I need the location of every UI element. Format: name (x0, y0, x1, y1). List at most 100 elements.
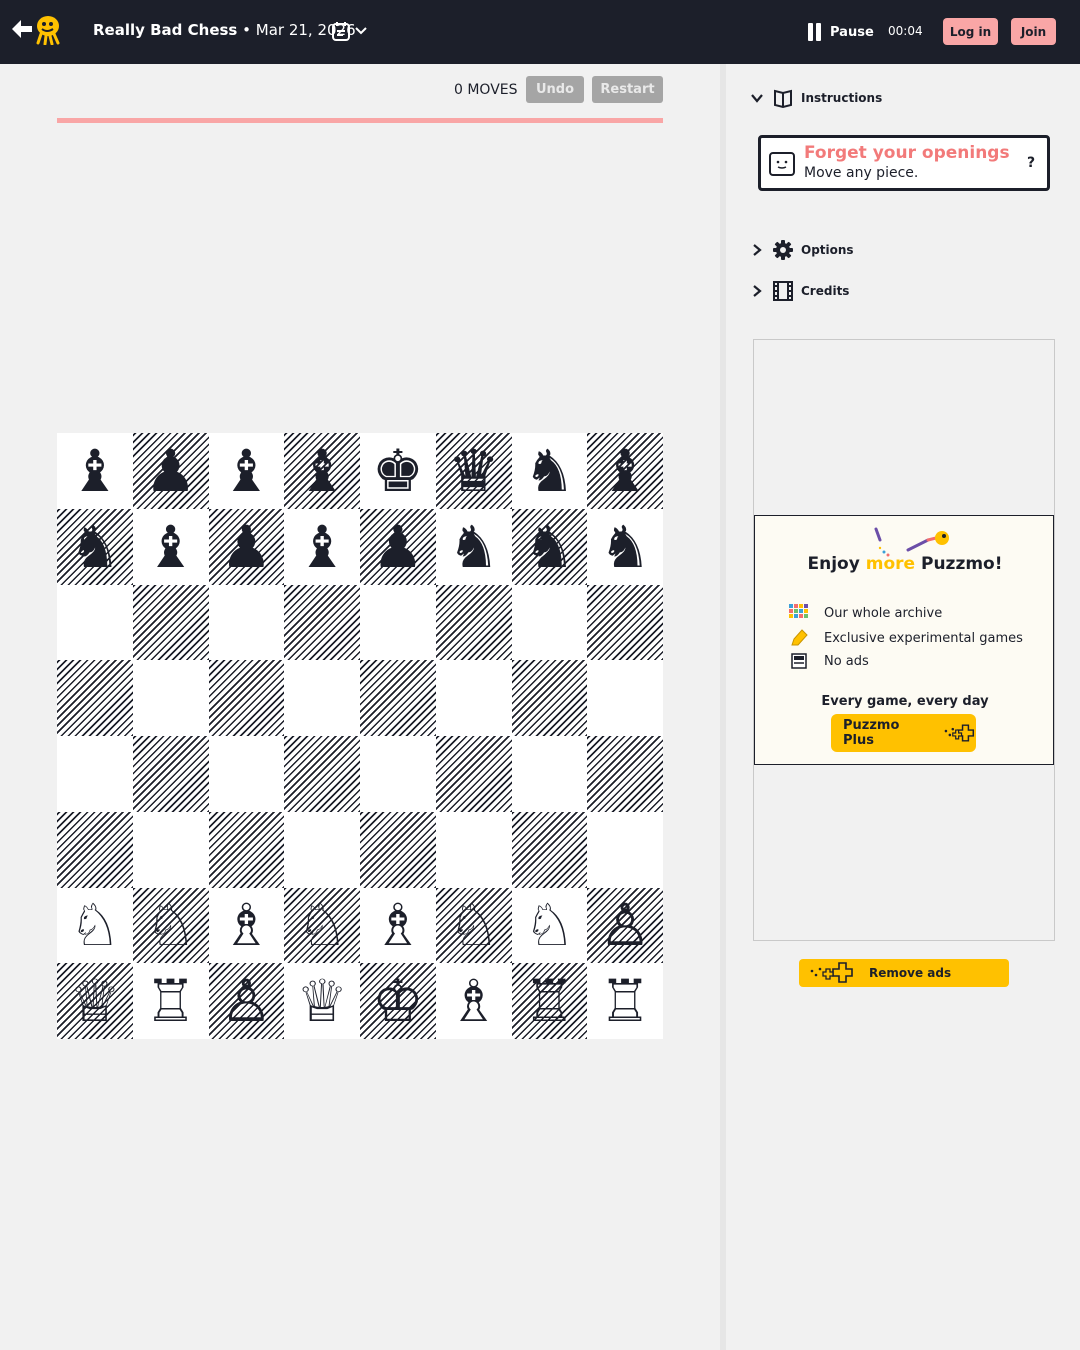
black-bishop-piece[interactable]: ♝ (296, 518, 348, 576)
black-pawn-piece[interactable]: ♟ (372, 518, 424, 576)
board-square[interactable] (208, 811, 285, 888)
board-square[interactable]: ♟ (208, 508, 285, 585)
white-bishop-piece[interactable]: ♗ (448, 972, 500, 1030)
white-knight-piece[interactable]: ♘ (448, 896, 500, 954)
black-queen-piece[interactable]: ♛ (448, 442, 500, 500)
board-square[interactable] (587, 584, 663, 661)
board-square[interactable]: ♕ (284, 963, 360, 1039)
options-toggle[interactable]: Options (750, 239, 854, 261)
white-knight-piece[interactable]: ♘ (523, 896, 575, 954)
board-square[interactable] (208, 660, 285, 736)
instructions-toggle[interactable]: Instructions (750, 87, 882, 109)
board-square[interactable] (208, 736, 285, 812)
board-square[interactable] (435, 584, 512, 661)
black-pawn-piece[interactable]: ♟ (220, 518, 272, 576)
board-square[interactable] (132, 584, 209, 661)
white-rook-piece[interactable]: ♖ (523, 972, 575, 1030)
board-square[interactable] (132, 811, 209, 888)
board-square[interactable]: ♙ (587, 887, 663, 964)
board-square[interactable]: ♙ (208, 963, 285, 1039)
chevron-down-icon[interactable] (354, 25, 368, 37)
board-square[interactable] (57, 584, 133, 661)
board-square[interactable]: ♘ (284, 887, 360, 964)
board-square[interactable] (132, 660, 209, 736)
board-square[interactable] (435, 811, 512, 888)
board-square[interactable] (284, 736, 360, 812)
board-square[interactable] (284, 660, 360, 736)
white-queen-piece[interactable]: ♕ (69, 972, 121, 1030)
board-square[interactable] (284, 811, 360, 888)
black-bishop-piece[interactable]: ♝ (220, 442, 272, 500)
login-button[interactable]: Log in (943, 18, 998, 45)
board-square[interactable] (360, 584, 436, 661)
black-bishop-piece[interactable]: ♝ (296, 442, 348, 500)
white-king-piece[interactable]: ♔ (372, 972, 424, 1030)
black-bishop-piece[interactable]: ♝ (69, 442, 121, 500)
board-square[interactable]: ♞ (587, 508, 663, 585)
board-square[interactable] (208, 584, 285, 661)
board-square[interactable]: ♖ (511, 963, 588, 1039)
black-knight-piece[interactable]: ♞ (523, 518, 575, 576)
board-square[interactable] (360, 811, 436, 888)
help-button[interactable]: ? (1020, 152, 1042, 174)
board-square[interactable]: ♝ (132, 508, 209, 585)
board-square[interactable] (511, 736, 588, 812)
board-square[interactable] (360, 736, 436, 812)
puzzmo-logo-icon[interactable] (34, 15, 62, 45)
black-knight-piece[interactable]: ♞ (69, 518, 121, 576)
white-rook-piece[interactable]: ♖ (599, 972, 651, 1030)
board-square[interactable]: ♗ (208, 887, 285, 964)
board-square[interactable]: ♝ (284, 433, 360, 509)
credits-toggle[interactable]: Credits (750, 280, 849, 302)
board-square[interactable]: ♝ (587, 433, 663, 509)
white-pawn-piece[interactable]: ♙ (599, 896, 651, 954)
board-square[interactable]: ♞ (435, 508, 512, 585)
black-bishop-piece[interactable]: ♝ (145, 518, 197, 576)
board-square[interactable]: ♖ (132, 963, 209, 1039)
black-knight-piece[interactable]: ♞ (599, 518, 651, 576)
black-king-piece[interactable]: ♚ (372, 442, 424, 500)
puzzmo-plus-button[interactable]: Puzzmo Plus (831, 714, 976, 752)
board-square[interactable]: ♖ (587, 963, 663, 1039)
white-knight-piece[interactable]: ♘ (296, 896, 348, 954)
board-square[interactable] (57, 736, 133, 812)
white-rook-piece[interactable]: ♖ (145, 972, 197, 1030)
board-square[interactable]: ♞ (57, 508, 133, 585)
white-queen-piece[interactable]: ♕ (296, 972, 348, 1030)
board-square[interactable]: ♝ (284, 508, 360, 585)
board-square[interactable] (360, 660, 436, 736)
black-knight-piece[interactable]: ♞ (448, 518, 500, 576)
board-square[interactable]: ♔ (360, 963, 436, 1039)
board-square[interactable] (511, 584, 588, 661)
board-square[interactable] (587, 736, 663, 812)
white-knight-piece[interactable]: ♘ (69, 896, 121, 954)
board-square[interactable] (284, 584, 360, 661)
board-square[interactable]: ♛ (435, 433, 512, 509)
board-square[interactable]: ♘ (132, 887, 209, 964)
black-bishop-piece[interactable]: ♝ (599, 442, 651, 500)
board-square[interactable] (511, 811, 588, 888)
white-pawn-piece[interactable]: ♙ (220, 972, 272, 1030)
board-square[interactable]: ♝ (57, 433, 133, 509)
board-square[interactable]: ♕ (57, 963, 133, 1039)
white-bishop-piece[interactable]: ♗ (372, 896, 424, 954)
join-button[interactable]: Join (1011, 18, 1056, 45)
board-square[interactable]: ♞ (511, 433, 588, 509)
restart-button[interactable]: Restart (592, 76, 663, 103)
black-pawn-piece[interactable]: ♟ (145, 442, 197, 500)
back-arrow-icon[interactable] (10, 18, 34, 40)
board-square[interactable] (57, 811, 133, 888)
board-square[interactable] (511, 660, 588, 736)
board-square[interactable] (587, 811, 663, 888)
board-square[interactable]: ♗ (435, 963, 512, 1039)
board-square[interactable]: ♘ (435, 887, 512, 964)
board-square[interactable]: ♘ (57, 887, 133, 964)
remove-ads-button[interactable]: Remove ads (799, 959, 1009, 987)
black-knight-piece[interactable]: ♞ (523, 442, 575, 500)
board-square[interactable]: ♗ (360, 887, 436, 964)
board-square[interactable]: ♝ (208, 433, 285, 509)
pause-button[interactable]: Pause (806, 20, 874, 44)
board-square[interactable] (587, 660, 663, 736)
board-square[interactable]: ♟ (360, 508, 436, 585)
board-square[interactable] (57, 660, 133, 736)
